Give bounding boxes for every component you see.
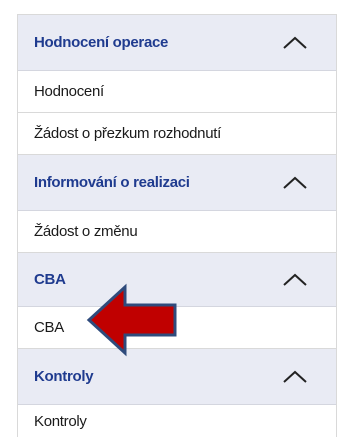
chevron-up-icon[interactable] xyxy=(282,176,308,190)
nav-item-zadost-o-zmenu[interactable]: Žádost o změnu xyxy=(18,211,336,253)
nav-item-label: CBA xyxy=(34,319,64,336)
nav-item-label: Kontroly xyxy=(34,413,87,430)
nav-item-kontroly[interactable]: Kontroly xyxy=(18,405,336,438)
chevron-up-icon[interactable] xyxy=(282,370,308,384)
nav-item-hodnoceni[interactable]: Hodnocení xyxy=(18,71,336,113)
section-title: Hodnocení operace xyxy=(34,34,169,51)
nav-item-label: Žádost o změnu xyxy=(34,223,138,240)
section-title: Informování o realizaci xyxy=(34,174,190,191)
nav-item-zadost-o-prezkum[interactable]: Žádost o přezkum rozhodnutí xyxy=(18,113,336,155)
section-title: Kontroly xyxy=(34,368,94,385)
navigation-panel: Hodnocení operace Hodnocení Žádost o pře… xyxy=(17,14,337,438)
section-header-hodnoceni-operace[interactable]: Hodnocení operace xyxy=(18,15,336,71)
section-title: CBA xyxy=(34,271,66,288)
chevron-up-icon[interactable] xyxy=(282,273,308,287)
red-arrow-left-icon xyxy=(86,283,177,357)
nav-item-label: Hodnocení xyxy=(34,83,104,100)
section-header-informovani-o-realizaci[interactable]: Informování o realizaci xyxy=(18,155,336,211)
chevron-up-icon[interactable] xyxy=(282,36,308,50)
section-header-kontroly[interactable]: Kontroly xyxy=(18,349,336,405)
nav-item-label: Žádost o přezkum rozhodnutí xyxy=(34,125,222,142)
